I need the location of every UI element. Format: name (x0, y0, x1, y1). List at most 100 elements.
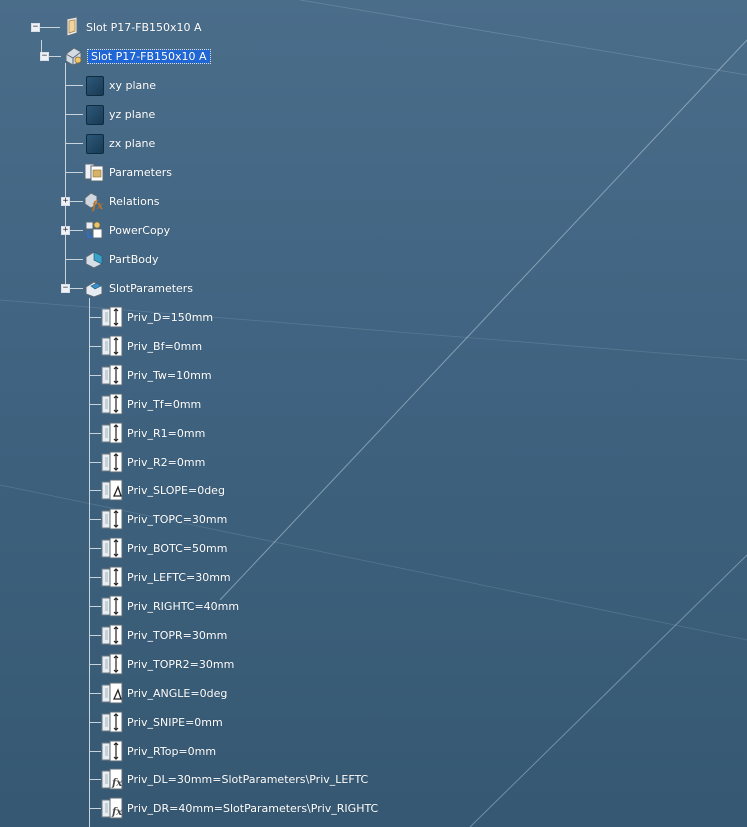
tree-node-label: PartBody (109, 252, 159, 266)
tree-connector (65, 85, 83, 86)
tree-connector (89, 433, 101, 434)
tree-node-powercopy[interactable]: PowerCopy (83, 219, 170, 241)
tree-node-parameter[interactable]: Priv_Tf=0mm (101, 393, 201, 415)
tree-connector (89, 635, 101, 636)
tree-connector (89, 722, 101, 723)
tree-connector (89, 404, 101, 405)
collapse-toggle[interactable]: − (61, 284, 70, 293)
tree-node-label: Priv_SLOPE=0deg (127, 483, 225, 497)
tree-node-xy-plane[interactable]: xy plane (83, 74, 156, 96)
tree-node-label: Priv_ANGLE=0deg (127, 686, 228, 700)
tree-connector (89, 693, 101, 694)
collapse-toggle[interactable]: − (40, 52, 49, 61)
tree-node-label-selected: Slot P17-FB150x10 A (87, 48, 211, 64)
tree-node-parameter[interactable]: Priv_Bf=0mm (101, 335, 202, 357)
tree-node-root[interactable]: Slot P17-FB150x10 A (60, 16, 202, 38)
plane-icon (83, 132, 105, 154)
tree-node-parameter[interactable]: Priv_LEFTC=30mm (101, 566, 231, 588)
tree-node-partbody[interactable]: PartBody (83, 248, 158, 270)
tree-node-relations[interactable]: fx Relations (83, 190, 160, 212)
tree-node-label: SlotParameters (109, 281, 194, 295)
formula-parameter-icon: fx (101, 797, 123, 819)
tree-node-parameters[interactable]: Parameters (83, 161, 172, 183)
product-icon (60, 16, 82, 38)
plane-icon (83, 74, 105, 96)
length-parameter-icon (101, 451, 123, 473)
tree-node-label: Priv_RIGHTC=40mm (127, 599, 240, 613)
tree-connector (70, 288, 83, 289)
expand-toggle[interactable]: + (61, 197, 70, 206)
tree-node-label: Priv_TOPR2=30mm (127, 657, 235, 671)
tree-node-label: Priv_DR=40mm=SlotParameters\Priv_RIGHTC (127, 801, 379, 815)
tree-node-label: Priv_SNIPE=0mm (127, 715, 223, 729)
tree-connector (89, 779, 101, 780)
part-icon (62, 45, 84, 67)
tree-node-label: Priv_DL=30mm=SlotParameters\Priv_LEFTC (127, 772, 369, 786)
length-parameter-icon (101, 335, 123, 357)
tree-node-parameter[interactable]: Priv_TOPC=30mm (101, 508, 227, 530)
tree-node-label: zx plane (109, 136, 156, 150)
partbody-icon (83, 248, 105, 270)
tree-node-parameter[interactable]: Priv_TOPR2=30mm (101, 653, 234, 675)
tree-connector (89, 664, 101, 665)
tree-node-zx-plane[interactable]: zx plane (83, 132, 155, 154)
tree-connector (89, 606, 101, 607)
tree-connector (89, 462, 101, 463)
tree-node-parameter[interactable]: Priv_SNIPE=0mm (101, 711, 223, 733)
length-parameter-icon (101, 508, 123, 530)
tree-node-parameter[interactable]: Priv_RIGHTC=40mm (101, 595, 239, 617)
expand-toggle[interactable]: + (61, 226, 70, 235)
tree-node-parameter[interactable]: Priv_TOPR=30mm (101, 624, 227, 646)
length-parameter-icon (101, 624, 123, 646)
tree-node-label: Priv_R2=0mm (127, 455, 206, 469)
tree-node-label: Parameters (109, 165, 172, 179)
tree-node-label: Slot P17-FB150x10 A (86, 20, 202, 34)
tree-node-label: Priv_RTop=0mm (127, 744, 217, 758)
length-parameter-icon (101, 306, 123, 328)
tree-connector (89, 490, 101, 491)
tree-connector (89, 548, 101, 549)
tree-node-parameter[interactable]: fx Priv_DL=30mm=SlotParameters\Priv_LEFTC (101, 768, 368, 790)
length-parameter-icon (101, 566, 123, 588)
tree-connector (89, 519, 101, 520)
tree-node-slotparameters[interactable]: SlotParameters (83, 277, 193, 299)
tree-connector (70, 230, 83, 231)
length-parameter-icon (101, 595, 123, 617)
tree-node-parameter[interactable]: Priv_SLOPE=0deg (101, 479, 225, 501)
tree-connector (89, 298, 90, 827)
tree-node-parameter[interactable]: Priv_ANGLE=0deg (101, 682, 227, 704)
tree-connector (89, 808, 101, 809)
tree-connector (40, 27, 60, 28)
length-parameter-icon (101, 422, 123, 444)
formula-parameter-icon: fx (101, 768, 123, 790)
parameters-icon (83, 161, 105, 183)
tree-node-label: Priv_Tw=10mm (127, 368, 212, 382)
tree-node-yz-plane[interactable]: yz plane (83, 103, 155, 125)
tree-node-label: Priv_TOPC=30mm (127, 512, 228, 526)
tree-node-label: PowerCopy (109, 223, 171, 237)
tree-node-parameter[interactable]: Priv_R1=0mm (101, 422, 205, 444)
tree-node-parameter[interactable]: Priv_BOTC=50mm (101, 537, 227, 559)
powercopy-icon (83, 219, 105, 241)
tree-connector (65, 143, 83, 144)
tree-connector (89, 346, 101, 347)
tree-connector (65, 259, 83, 260)
length-parameter-icon (101, 653, 123, 675)
tree-connector (89, 577, 101, 578)
tree-node-parameter[interactable]: Priv_RTop=0mm (101, 740, 216, 762)
length-parameter-icon (101, 740, 123, 762)
tree-node-part[interactable]: Slot P17-FB150x10 A (62, 45, 211, 67)
tree-node-parameter[interactable]: fx Priv_DR=40mm=SlotParameters\Priv_RIGHT… (101, 797, 378, 819)
tree-node-label: Priv_LEFTC=30mm (127, 570, 231, 584)
tree-node-parameter[interactable]: Priv_D=150mm (101, 306, 213, 328)
parameter-set-icon (83, 277, 105, 299)
relations-icon: fx (83, 190, 105, 212)
tree-node-label: Priv_R1=0mm (127, 426, 206, 440)
tree-node-label: xy plane (109, 78, 157, 92)
collapse-toggle[interactable]: − (31, 23, 40, 32)
svg-text:fx: fx (111, 807, 123, 818)
tree-node-parameter[interactable]: Priv_Tw=10mm (101, 364, 212, 386)
tree-node-parameter[interactable]: Priv_R2=0mm (101, 451, 205, 473)
tree-connector (65, 63, 66, 289)
tree-node-label: Priv_TOPR=30mm (127, 628, 228, 642)
